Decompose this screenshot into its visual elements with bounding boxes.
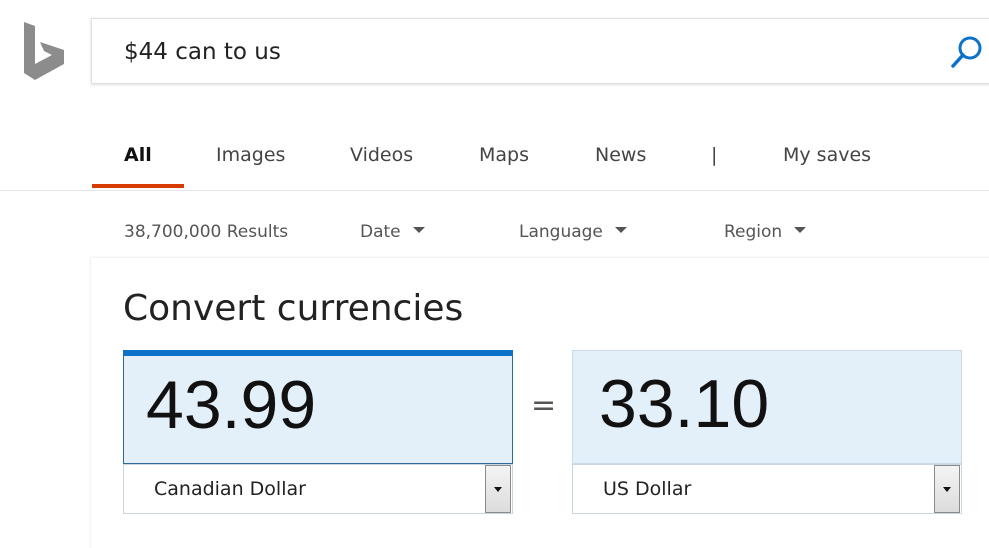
chevron-down-icon[interactable] [934, 465, 960, 513]
to-amount-value: 33.10 [599, 366, 770, 442]
date-filter[interactable]: Date [360, 222, 425, 242]
active-tab-indicator [92, 184, 184, 188]
result-filters: 38,700,000 Results Date Language Region [0, 222, 989, 250]
chevron-down-icon[interactable] [485, 465, 511, 513]
language-filter[interactable]: Language [519, 222, 627, 242]
search-box [91, 18, 989, 85]
date-filter-label: Date [360, 222, 401, 242]
from-currency-label: Canadian Dollar [154, 478, 306, 500]
result-count: 38,700,000 Results [124, 222, 289, 242]
region-filter[interactable]: Region [724, 222, 807, 242]
from-amount-input[interactable]: 43.99 [123, 350, 513, 464]
region-filter-label: Region [724, 222, 783, 242]
chevron-down-icon [794, 227, 807, 233]
chevron-down-icon [614, 227, 627, 233]
tab-maps[interactable]: Maps [479, 144, 529, 166]
language-filter-label: Language [519, 222, 603, 242]
equals-sign: = [531, 388, 557, 423]
to-amount-input[interactable]: 33.10 [572, 350, 962, 464]
bing-logo-icon[interactable] [22, 22, 66, 82]
search-icon[interactable] [948, 35, 984, 71]
converter-title: Convert currencies [123, 288, 464, 329]
chevron-down-icon [412, 227, 425, 233]
tab-images[interactable]: Images [216, 144, 285, 166]
currency-converter-card: Convert currencies 43.99 = 33.10 Canadia… [91, 258, 989, 548]
to-currency-select[interactable]: US Dollar [572, 464, 962, 514]
tab-news[interactable]: News [595, 144, 646, 166]
from-currency-select[interactable]: Canadian Dollar [123, 464, 513, 514]
search-input[interactable] [124, 19, 904, 85]
to-currency-label: US Dollar [603, 478, 692, 500]
tab-separator: | [711, 144, 718, 166]
tab-my-saves[interactable]: My saves [783, 144, 871, 166]
from-amount-value: 43.99 [146, 367, 317, 443]
tab-videos[interactable]: Videos [350, 144, 413, 166]
scope-tabs: All Images Videos Maps News | My saves [0, 120, 989, 191]
tab-all[interactable]: All [124, 144, 152, 166]
